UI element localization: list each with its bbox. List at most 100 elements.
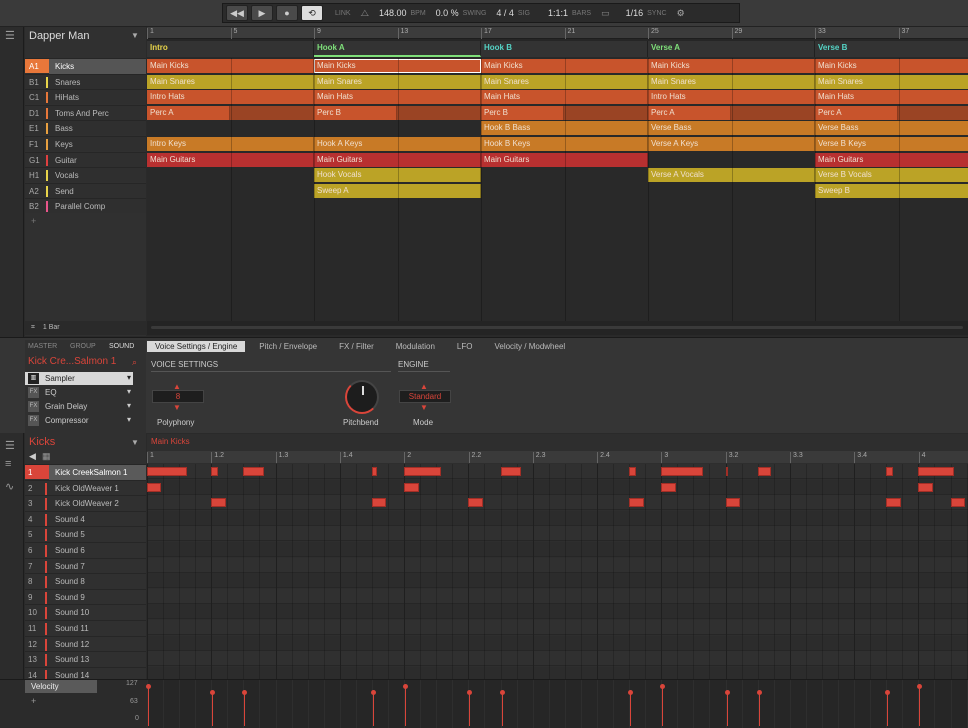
clip[interactable]: Main Guitars bbox=[815, 152, 968, 167]
link-label[interactable]: LINK bbox=[335, 10, 351, 17]
swing-value[interactable]: 0.0 % bbox=[436, 8, 459, 18]
clip[interactable]: Verse B Vocals bbox=[815, 168, 968, 183]
scene-0[interactable]: Intro bbox=[147, 41, 314, 57]
clip[interactable]: Perc B bbox=[314, 105, 397, 120]
sound-row[interactable]: 4 Sound 4 bbox=[25, 510, 146, 526]
group-row[interactable]: E1 Bass bbox=[25, 120, 146, 136]
group-row[interactable]: A2 Send bbox=[25, 182, 146, 198]
clip[interactable]: Perc A bbox=[815, 105, 898, 120]
clip-continuation[interactable] bbox=[564, 105, 648, 120]
velocity-handle[interactable] bbox=[210, 690, 216, 695]
settings-gear-icon[interactable]: ⚙ bbox=[677, 8, 685, 19]
velocity-handle[interactable] bbox=[403, 684, 409, 689]
clip-continuation[interactable] bbox=[397, 105, 481, 120]
plugin-slot[interactable]: FX Grain Delay ▾ bbox=[25, 400, 133, 413]
note[interactable] bbox=[404, 482, 419, 492]
grid-icon[interactable]: ▦ bbox=[42, 451, 51, 462]
pattern-ruler[interactable]: 1 1.2 1.3 1.4 2 2.2 2.3 2.4 3 3.2 3.3 3.4 4 bbox=[147, 451, 968, 463]
polyphony-value[interactable]: 8 bbox=[152, 390, 204, 403]
add-group-icon[interactable]: + bbox=[31, 216, 36, 226]
scene-3[interactable]: Verse A bbox=[648, 41, 815, 57]
plugin-tab[interactable]: Voice Settings / Engine bbox=[147, 340, 246, 352]
clip[interactable]: Perc A bbox=[147, 105, 230, 120]
velocity-handle[interactable] bbox=[917, 684, 923, 689]
note[interactable] bbox=[725, 498, 740, 508]
sound-row[interactable]: 7 Sound 7 bbox=[25, 557, 146, 573]
plugin-chevron-down-icon[interactable]: ▾ bbox=[127, 373, 131, 382]
sound-name[interactable]: Kick Cre...Salmon 1 bbox=[28, 356, 116, 367]
group-row[interactable]: G1 Guitar bbox=[25, 151, 146, 167]
arranger-ruler[interactable]: 1 5 9 13 17 21 25 29 33 37 bbox=[147, 27, 968, 39]
note[interactable] bbox=[661, 467, 704, 476]
note[interactable] bbox=[211, 467, 218, 476]
note[interactable] bbox=[725, 467, 728, 476]
sound-row[interactable]: 6 Sound 6 bbox=[25, 542, 146, 557]
search-icon[interactable]: ⌕ bbox=[132, 357, 137, 368]
clip[interactable]: Sweep B bbox=[815, 183, 968, 198]
velocity-handle[interactable] bbox=[724, 690, 730, 695]
signature-value[interactable]: 4 / 4 bbox=[496, 8, 514, 18]
note[interactable] bbox=[629, 467, 636, 476]
quantize-value[interactable]: 1/16 bbox=[626, 8, 644, 18]
note[interactable] bbox=[757, 467, 771, 476]
mode-down-icon[interactable]: ▼ bbox=[420, 403, 428, 412]
group-row[interactable]: F1 Keys bbox=[25, 136, 146, 151]
sync-label[interactable]: SYNC bbox=[647, 10, 666, 17]
project-menu-chevron-down-icon[interactable]: ▼ bbox=[131, 31, 139, 40]
group-row[interactable]: H1 Vocals bbox=[25, 167, 146, 183]
clip[interactable]: Main Hats bbox=[815, 90, 968, 105]
velocity-handle[interactable] bbox=[242, 690, 248, 695]
sound-row[interactable]: 13 Sound 13 bbox=[25, 651, 146, 667]
mode-value[interactable]: Standard bbox=[399, 390, 451, 403]
tempo-value[interactable]: 148.00 bbox=[379, 8, 407, 18]
group-row[interactable]: D1 Toms And Perc bbox=[25, 104, 146, 120]
sound-row[interactable]: 8 Sound 8 bbox=[25, 573, 146, 589]
level-tab-master[interactable]: MASTER bbox=[28, 343, 57, 350]
note[interactable] bbox=[500, 467, 522, 476]
keyboard-view-icon[interactable]: ≡ bbox=[5, 459, 19, 470]
velocity-handle[interactable] bbox=[756, 690, 762, 695]
clip[interactable]: Perc A bbox=[648, 105, 731, 120]
clip[interactable]: Verse Bass bbox=[815, 121, 968, 136]
scene-2[interactable]: Hook B bbox=[481, 41, 648, 57]
velocity-handle[interactable] bbox=[628, 690, 634, 695]
sound-row[interactable]: 10 Sound 10 bbox=[25, 604, 146, 620]
metronome-icon[interactable]: ⧍ bbox=[361, 8, 369, 19]
note[interactable] bbox=[629, 498, 644, 508]
sound-row[interactable]: 1 Kick CreekSalmon 1 bbox=[25, 464, 146, 480]
arranger-view-icon[interactable]: ☰ bbox=[5, 31, 19, 42]
clip[interactable]: Main Snares bbox=[815, 74, 968, 89]
note[interactable] bbox=[147, 467, 188, 476]
pattern-view-icon[interactable]: ☰ bbox=[5, 441, 19, 452]
scroll-thumb[interactable] bbox=[151, 326, 963, 329]
velocity-handle[interactable] bbox=[885, 690, 891, 695]
plugin-tab[interactable]: Modulation bbox=[388, 341, 443, 352]
plugin-tab[interactable]: Velocity / Modwheel bbox=[486, 341, 573, 352]
bar-zoom-label[interactable]: 1 Bar bbox=[43, 324, 60, 331]
note[interactable] bbox=[950, 498, 965, 508]
plugin-slot[interactable]: ▥ Sampler ▾ bbox=[25, 372, 133, 385]
rewind-button[interactable]: ◀◀ bbox=[226, 5, 248, 21]
level-tab-sound[interactable]: SOUND bbox=[109, 343, 134, 350]
plugin-tab[interactable]: LFO bbox=[449, 341, 481, 352]
sound-row[interactable]: 11 Sound 11 bbox=[25, 620, 146, 635]
arranger-scrollbar[interactable] bbox=[147, 321, 968, 335]
note[interactable] bbox=[886, 498, 901, 508]
record-button[interactable]: ● bbox=[276, 5, 298, 21]
group-row[interactable]: C1 HiHats bbox=[25, 89, 146, 105]
clip[interactable]: Main Kicks bbox=[815, 59, 968, 73]
sound-row[interactable]: 2 Kick OldWeaver 1 bbox=[25, 479, 146, 495]
sound-row[interactable]: 12 Sound 12 bbox=[25, 635, 146, 651]
velocity-handle[interactable] bbox=[370, 690, 376, 695]
note[interactable] bbox=[371, 467, 377, 476]
scene-4[interactable]: Verse B bbox=[815, 41, 968, 57]
sound-row[interactable]: 5 Sound 5 bbox=[25, 526, 146, 542]
pitchbend-knob[interactable] bbox=[345, 380, 379, 414]
group-row[interactable]: B1 Snares bbox=[25, 73, 146, 89]
add-lane-icon[interactable]: + bbox=[31, 696, 36, 706]
pattern-name[interactable]: Main Kicks bbox=[151, 437, 190, 446]
clip-continuation[interactable] bbox=[731, 105, 815, 120]
group-row[interactable]: A1 Kicks bbox=[25, 58, 146, 74]
note[interactable] bbox=[243, 467, 265, 476]
velocity-handle[interactable] bbox=[660, 684, 666, 689]
